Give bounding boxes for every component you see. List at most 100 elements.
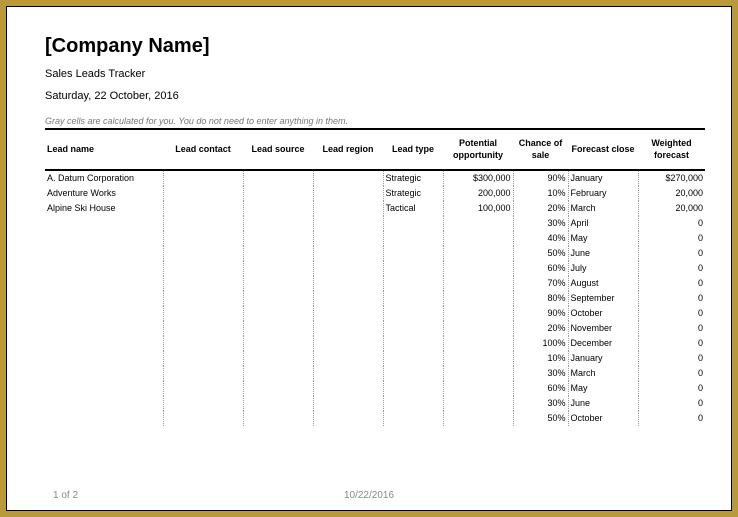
cell-lead-type xyxy=(383,306,443,321)
cell-lead-name xyxy=(45,231,163,246)
cell-lead-name: Alpine Ski House xyxy=(45,201,163,216)
cell-lead-region xyxy=(313,246,383,261)
table-row: 50%October0 xyxy=(45,411,705,426)
cell-lead-name xyxy=(45,291,163,306)
cell-chance: 20% xyxy=(513,201,568,216)
cell-lead-source xyxy=(243,291,313,306)
company-name: [Company Name] xyxy=(45,35,717,58)
cell-chance: 10% xyxy=(513,351,568,366)
col-lead-source: Lead source xyxy=(243,129,313,170)
cell-lead-name xyxy=(45,276,163,291)
table-row: 20%November0 xyxy=(45,321,705,336)
cell-chance: 70% xyxy=(513,276,568,291)
cell-lead-region xyxy=(313,351,383,366)
cell-lead-contact xyxy=(163,381,243,396)
cell-opportunity xyxy=(443,381,513,396)
cell-chance: 60% xyxy=(513,381,568,396)
cell-lead-contact xyxy=(163,170,243,186)
cell-lead-name: A. Datum Corporation xyxy=(45,170,163,186)
cell-lead-type xyxy=(383,351,443,366)
cell-close: July xyxy=(568,261,638,276)
cell-lead-contact xyxy=(163,231,243,246)
cell-lead-source xyxy=(243,186,313,201)
doc-subtitle: Sales Leads Tracker xyxy=(45,68,717,80)
cell-opportunity xyxy=(443,366,513,381)
cell-lead-source xyxy=(243,261,313,276)
cell-lead-region xyxy=(313,396,383,411)
col-lead-contact: Lead contact xyxy=(163,129,243,170)
table-row: 40%May0 xyxy=(45,231,705,246)
cell-chance: 50% xyxy=(513,411,568,426)
cell-lead-source xyxy=(243,351,313,366)
cell-close: October xyxy=(568,411,638,426)
cell-opportunity: $300,000 xyxy=(443,170,513,186)
cell-close: February xyxy=(568,186,638,201)
cell-chance: 10% xyxy=(513,186,568,201)
cell-chance: 40% xyxy=(513,231,568,246)
header-row: Lead name Lead contact Lead source Lead … xyxy=(45,129,705,170)
cell-close: March xyxy=(568,366,638,381)
cell-lead-type xyxy=(383,291,443,306)
col-lead-region: Lead region xyxy=(313,129,383,170)
cell-lead-type xyxy=(383,231,443,246)
cell-lead-contact xyxy=(163,321,243,336)
table-row: 60%July0 xyxy=(45,261,705,276)
table-row: 50%June0 xyxy=(45,246,705,261)
cell-opportunity xyxy=(443,336,513,351)
cell-weighted: 0 xyxy=(638,351,705,366)
cell-opportunity xyxy=(443,276,513,291)
cell-close: January xyxy=(568,170,638,186)
cell-lead-region xyxy=(313,366,383,381)
cell-close: May xyxy=(568,381,638,396)
cell-weighted: 20,000 xyxy=(638,201,705,216)
table-row: 90%October0 xyxy=(45,306,705,321)
cell-lead-type xyxy=(383,336,443,351)
cell-lead-type xyxy=(383,381,443,396)
cell-close: December xyxy=(568,336,638,351)
cell-weighted: $270,000 xyxy=(638,170,705,186)
cell-lead-name xyxy=(45,261,163,276)
table-body: A. Datum CorporationStrategic$300,00090%… xyxy=(45,170,705,426)
cell-lead-name: Adventure Works xyxy=(45,186,163,201)
cell-lead-source xyxy=(243,216,313,231)
cell-opportunity: 100,000 xyxy=(443,201,513,216)
cell-lead-name xyxy=(45,246,163,261)
calc-note: Gray cells are calculated for you. You d… xyxy=(45,116,717,126)
cell-lead-type xyxy=(383,321,443,336)
table-row: 30%June0 xyxy=(45,396,705,411)
col-chance-of-sale: Chance of sale xyxy=(513,129,568,170)
table-row: 30%April0 xyxy=(45,216,705,231)
cell-chance: 100% xyxy=(513,336,568,351)
cell-close: June xyxy=(568,246,638,261)
doc-date: Saturday, 22 October, 2016 xyxy=(45,90,717,102)
footer-date: 10/22/2016 xyxy=(7,490,731,501)
cell-lead-source xyxy=(243,396,313,411)
cell-lead-name xyxy=(45,381,163,396)
cell-chance: 30% xyxy=(513,216,568,231)
cell-chance: 90% xyxy=(513,170,568,186)
table-row: Adventure WorksStrategic200,00010%Februa… xyxy=(45,186,705,201)
cell-lead-region xyxy=(313,276,383,291)
cell-weighted: 20,000 xyxy=(638,186,705,201)
cell-lead-source xyxy=(243,246,313,261)
cell-lead-type xyxy=(383,366,443,381)
cell-lead-region xyxy=(313,261,383,276)
cell-close: March xyxy=(568,201,638,216)
cell-close: January xyxy=(568,351,638,366)
cell-opportunity xyxy=(443,291,513,306)
cell-chance: 50% xyxy=(513,246,568,261)
cell-opportunity xyxy=(443,246,513,261)
cell-lead-type xyxy=(383,276,443,291)
cell-chance: 90% xyxy=(513,306,568,321)
cell-lead-region xyxy=(313,231,383,246)
cell-lead-region xyxy=(313,186,383,201)
cell-lead-source xyxy=(243,336,313,351)
cell-lead-contact xyxy=(163,396,243,411)
cell-weighted: 0 xyxy=(638,396,705,411)
table-row: 80%September0 xyxy=(45,291,705,306)
cell-lead-contact xyxy=(163,411,243,426)
cell-lead-contact xyxy=(163,366,243,381)
cell-chance: 80% xyxy=(513,291,568,306)
cell-lead-region xyxy=(313,381,383,396)
cell-lead-source xyxy=(243,201,313,216)
